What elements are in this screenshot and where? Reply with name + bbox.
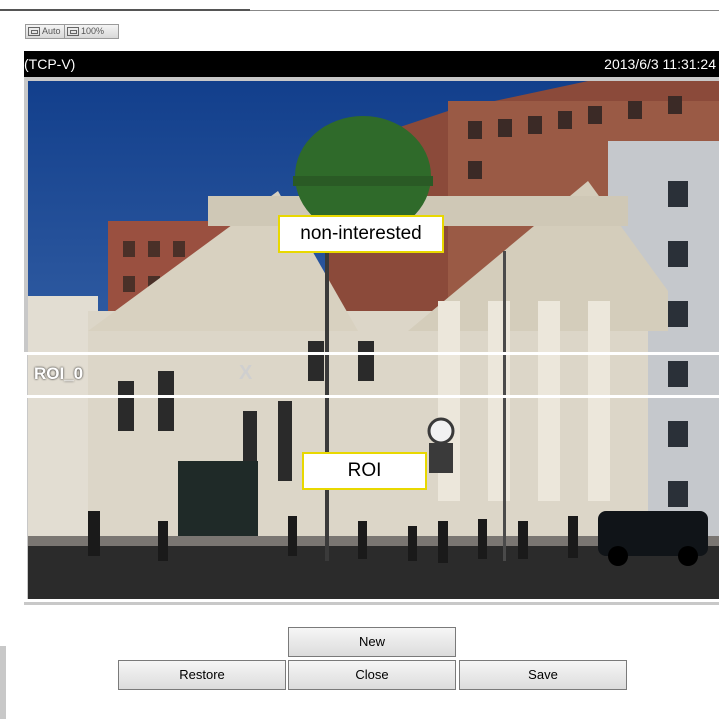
timestamp-label: 2013/6/3 11:31:24 [604, 56, 716, 72]
roi-name-label: ROI_0 [34, 364, 84, 383]
non-interested-annotation: non-interested [278, 215, 444, 253]
frame-size-icon [28, 27, 40, 36]
top-divider-light [250, 10, 719, 11]
full-size-label: 100% [81, 26, 105, 36]
left-edge-bar [0, 646, 6, 719]
roi-title-bar[interactable] [27, 355, 719, 398]
frame-size-icon [67, 27, 79, 36]
save-button[interactable]: Save [459, 660, 627, 690]
auto-size-label: Auto [42, 26, 61, 36]
video-caption-bar: (TCP-V) 2013/6/3 11:31:24 [24, 51, 719, 77]
protocol-label: (TCP-V) [24, 56, 76, 72]
roi-annotation: ROI [302, 452, 427, 490]
close-button[interactable]: Close [288, 660, 456, 690]
top-divider [0, 0, 719, 11]
roi-close-icon[interactable]: X [239, 362, 252, 385]
top-divider-dark [0, 9, 250, 11]
new-button[interactable]: New [288, 627, 456, 657]
full-size-button[interactable]: 100% [64, 24, 119, 39]
restore-button[interactable]: Restore [118, 660, 286, 690]
auto-size-button[interactable]: Auto [25, 24, 66, 39]
